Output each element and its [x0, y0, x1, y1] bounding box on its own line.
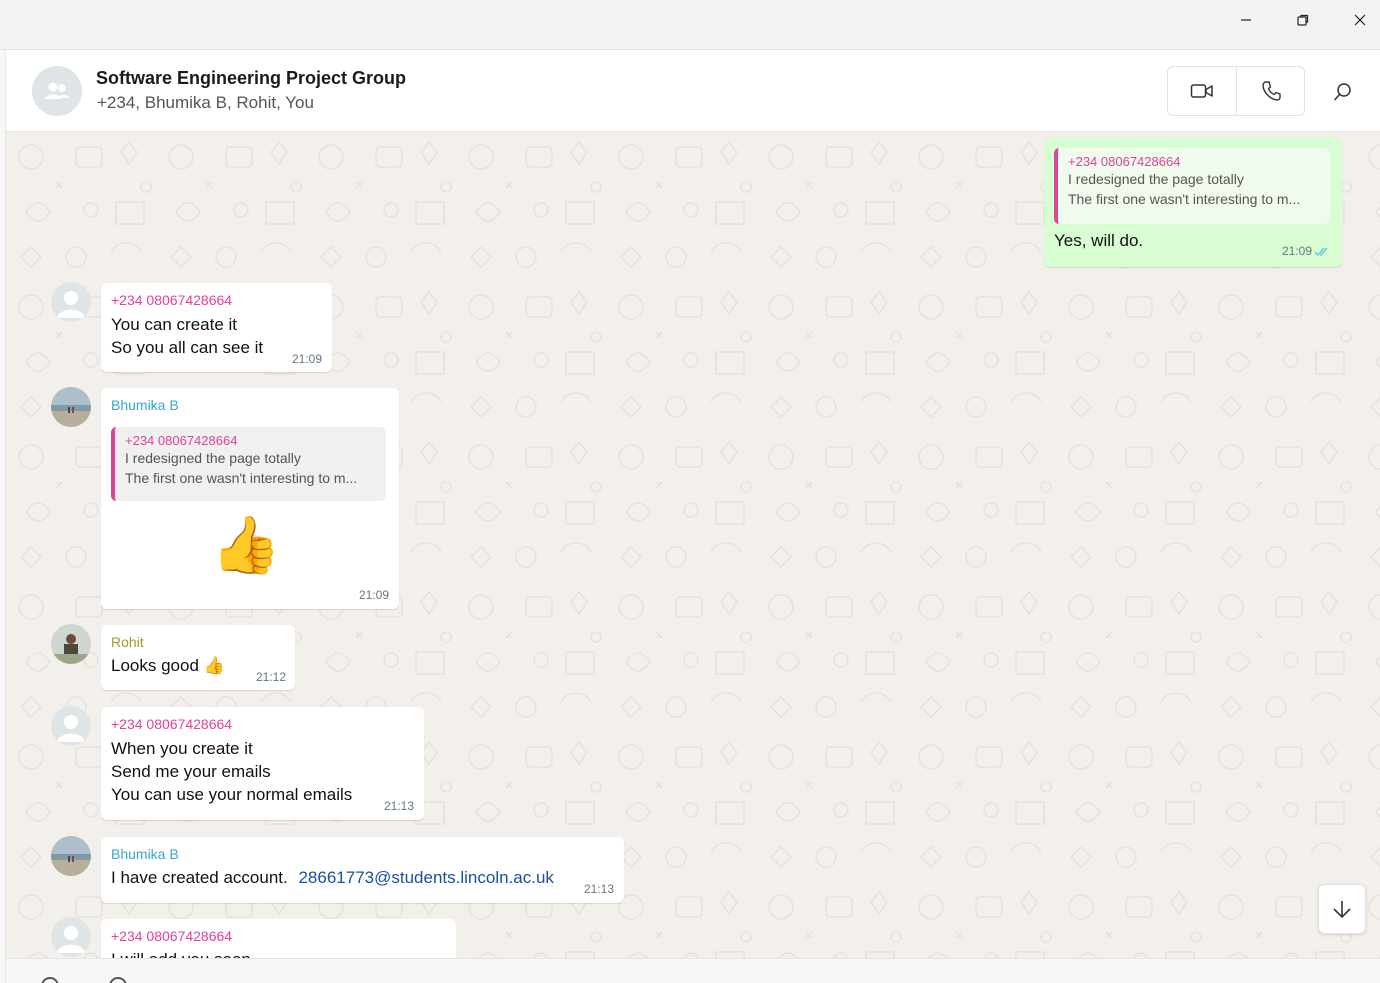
message-sender: Bhumika B — [111, 397, 179, 413]
quoted-text-line: I redesigned the page totally — [1068, 171, 1244, 187]
restore-button[interactable] — [1275, 0, 1331, 40]
window-titlebar — [0, 0, 1380, 50]
minimize-button[interactable] — [1218, 0, 1274, 40]
message-sender: Bhumika B — [111, 846, 179, 862]
avatar[interactable] — [51, 624, 91, 664]
quoted-text-line: The first one wasn't interesting to m... — [125, 470, 358, 486]
message-text: Looks good 👍 — [111, 654, 225, 677]
message-incoming[interactable]: +234 08067428664 You can create it So yo… — [101, 283, 332, 372]
message-text: I will add you soon — [111, 948, 251, 958]
scroll-to-bottom-button[interactable] — [1318, 884, 1366, 934]
email-link[interactable]: 28661773@students.lincoln.ac.uk — [298, 868, 553, 887]
read-receipt-icon — [1314, 247, 1328, 256]
message-outgoing[interactable]: +234 08067428664 I redesigned the page t… — [1044, 137, 1342, 267]
quoted-text-line: The first one wasn't interesting to m... — [1068, 191, 1301, 207]
message-incoming[interactable]: +234 08067428664 When you create it Send… — [101, 707, 424, 820]
restore-icon — [1297, 14, 1309, 26]
message-time: 21:13 — [384, 799, 415, 813]
minimize-icon — [1241, 19, 1251, 21]
quoted-sender: +234 08067428664 — [125, 433, 238, 448]
message-time: 21:09 — [1282, 244, 1313, 258]
message-sender: +234 08067428664 — [111, 716, 233, 732]
message-text: You can create it — [111, 315, 238, 334]
call-buttons — [1167, 66, 1305, 116]
thumbs-up-emoji: 👍 — [203, 656, 225, 675]
close-icon — [1354, 14, 1366, 26]
message-composer — [6, 958, 1380, 983]
avatar[interactable] — [51, 282, 91, 322]
default-avatar-icon — [57, 291, 85, 318]
message-text: I have created account. 28661773@student… — [111, 866, 554, 889]
avatar[interactable] — [51, 706, 91, 746]
search-icon — [1334, 83, 1351, 101]
default-avatar-icon — [57, 926, 85, 953]
message-time: 21:12 — [256, 670, 287, 684]
message-sender: +234 08067428664 — [111, 292, 233, 308]
video-call-button[interactable] — [1168, 67, 1236, 115]
voice-call-icon — [1261, 81, 1281, 101]
message-text: Send me your emails — [111, 762, 271, 781]
person-photo-avatar — [51, 624, 91, 664]
scroll-down-arrow-icon — [1333, 901, 1351, 919]
message-incoming[interactable]: +234 08067428664 I will add you soon — [101, 919, 456, 958]
search-button[interactable] — [1329, 78, 1357, 106]
message-sender: +234 08067428664 — [111, 928, 233, 944]
thumbs-up-sticker: 👍 — [211, 513, 281, 576]
attach-icon[interactable] — [109, 977, 127, 983]
message-text-body: I have created account. — [111, 868, 288, 887]
beach-photo-avatar — [51, 836, 91, 876]
quoted-message[interactable]: +234 08067428664 I redesigned the page t… — [111, 427, 386, 501]
emoji-icon[interactable] — [41, 977, 59, 983]
message-incoming[interactable]: Rohit Looks good 👍 21:12 — [101, 625, 295, 690]
group-avatar-icon — [45, 82, 69, 99]
message-sender: Rohit — [111, 634, 144, 650]
message-text: So you all can see it — [111, 338, 264, 357]
beach-photo-avatar — [51, 387, 91, 427]
message-incoming[interactable]: Bhumika B +234 08067428664 I redesigned … — [101, 388, 399, 609]
message-time: 21:09 — [359, 588, 390, 602]
message-text: You can use your normal emails — [111, 785, 353, 804]
message-text: Yes, will do. — [1054, 231, 1144, 250]
avatar[interactable] — [51, 387, 91, 427]
quoted-text-line: I redesigned the page totally — [125, 450, 301, 466]
avatar[interactable] — [51, 836, 91, 876]
avatar[interactable] — [51, 917, 91, 957]
group-avatar[interactable] — [32, 66, 82, 116]
voice-call-button[interactable] — [1236, 67, 1304, 115]
message-text: When you create it — [111, 739, 253, 758]
message-text-body: Looks good — [111, 656, 199, 675]
message-time: 21:13 — [584, 882, 615, 896]
video-call-icon — [1190, 84, 1213, 98]
message-time: 21:09 — [292, 352, 323, 366]
message-incoming[interactable]: Bhumika B I have created account. 286617… — [101, 837, 624, 903]
chat-participants[interactable]: +234, Bhumika B, Rohit, You — [97, 93, 314, 113]
chat-header: Software Engineering Project Group +234,… — [6, 50, 1380, 132]
chat-title[interactable]: Software Engineering Project Group — [96, 68, 406, 89]
chat-messages-area[interactable]: +234 08067428664 I redesigned the page t… — [6, 132, 1380, 958]
close-button[interactable] — [1332, 0, 1380, 40]
quoted-sender: +234 08067428664 — [1068, 154, 1181, 169]
default-avatar-icon — [57, 715, 85, 742]
quoted-message[interactable]: +234 08067428664 I redesigned the page t… — [1054, 148, 1330, 224]
